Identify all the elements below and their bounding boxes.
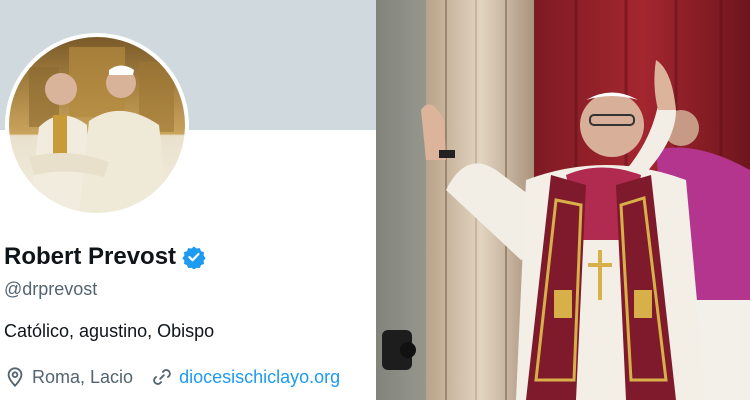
profile-card: Robert Prevost @drprevost Católico, agus… xyxy=(0,0,376,400)
profile-handle: @drprevost xyxy=(4,279,98,299)
link-icon xyxy=(153,369,171,385)
profile-name: Robert Prevost xyxy=(4,243,177,270)
verified-badge-icon[interactable] xyxy=(182,245,206,269)
avatar-photo xyxy=(9,37,185,213)
profile-location: Roma, Lacio xyxy=(32,366,134,387)
profile-website-link[interactable]: diocesischiclayo.org xyxy=(179,367,340,388)
balcony-photo xyxy=(376,0,750,400)
profile-bio: Católico, agustino, Obispo xyxy=(4,321,215,341)
map-pin-icon xyxy=(7,367,23,388)
profile-avatar[interactable] xyxy=(5,33,189,217)
profile-meta: Roma, Lacio diocesischiclayo.org xyxy=(4,366,340,388)
profile-name-row: Robert Prevost xyxy=(4,243,206,271)
